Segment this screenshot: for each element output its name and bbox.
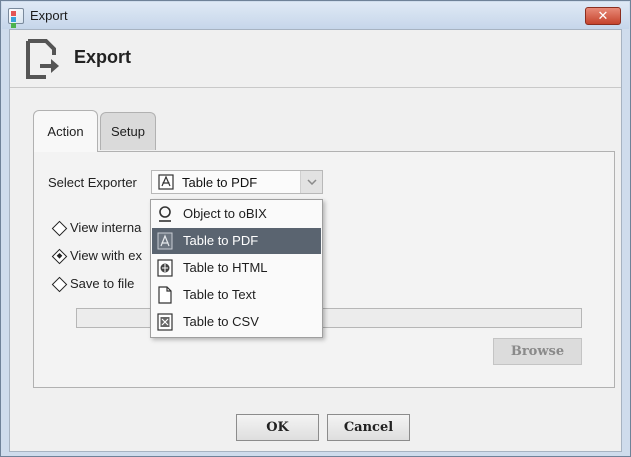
text-document-icon bbox=[156, 286, 174, 304]
dropdown-item-object-to-obix[interactable]: Object to oBIX bbox=[152, 201, 321, 227]
chevron-down-icon[interactable] bbox=[300, 171, 322, 193]
dialog-header: Export bbox=[10, 30, 621, 88]
tab-action[interactable]: Action bbox=[33, 110, 98, 152]
dialog-body: Export Action Setup Select Exporter Tabl… bbox=[9, 29, 622, 452]
obix-object-icon bbox=[156, 205, 174, 223]
browse-button[interactable]: Browse bbox=[493, 338, 582, 365]
csv-icon bbox=[156, 313, 174, 331]
dropdown-item-table-to-csv[interactable]: Table to CSV bbox=[152, 309, 321, 335]
view-internally-label: View interna bbox=[70, 220, 142, 235]
tab-action-label: Action bbox=[47, 124, 84, 139]
dropdown-item-table-to-pdf[interactable]: Table to PDF bbox=[152, 228, 321, 254]
exporter-select[interactable]: Table to PDF bbox=[151, 170, 323, 194]
dropdown-item-label: Table to CSV bbox=[183, 314, 259, 329]
dropdown-item-label: Object to oBIX bbox=[183, 206, 267, 221]
title-bar[interactable]: Export ✕ bbox=[2, 2, 629, 34]
html-icon bbox=[156, 259, 174, 277]
selected-exporter: Table to PDF bbox=[182, 175, 258, 190]
dropdown-item-label: Table to Text bbox=[183, 287, 256, 302]
ok-button[interactable]: OK bbox=[236, 414, 319, 441]
pdf-icon bbox=[156, 232, 174, 250]
dropdown-item-label: Table to HTML bbox=[183, 260, 268, 275]
browse-button-label: Browse bbox=[510, 344, 565, 359]
tab-setup[interactable]: Setup bbox=[100, 112, 156, 150]
dropdown-item-table-to-text[interactable]: Table to Text bbox=[152, 282, 321, 308]
window-title: Export bbox=[30, 8, 68, 23]
dropdown-item-label: Table to PDF bbox=[183, 233, 259, 248]
export-dialog: Export ✕ Export Action Setup Select Expo… bbox=[0, 0, 631, 457]
tab-setup-label: Setup bbox=[111, 124, 145, 139]
ok-button-label: OK bbox=[266, 420, 289, 435]
export-document-icon bbox=[24, 39, 62, 82]
save-to-file-label: Save to file bbox=[70, 276, 135, 291]
close-icon: ✕ bbox=[597, 8, 609, 24]
select-exporter-label: Select Exporter bbox=[48, 175, 137, 190]
pdf-icon bbox=[158, 174, 174, 193]
dropdown-item-table-to-html[interactable]: Table to HTML bbox=[152, 255, 321, 281]
cancel-button[interactable]: Cancel bbox=[327, 414, 410, 441]
header-title: Export bbox=[74, 47, 132, 67]
app-icon bbox=[8, 8, 24, 34]
view-external-label: View with ex bbox=[70, 248, 143, 263]
exporter-dropdown-list: Object to oBIX Table to PDF Table to HTM… bbox=[150, 199, 323, 338]
close-button[interactable]: ✕ bbox=[585, 7, 621, 25]
cancel-button-label: Cancel bbox=[343, 420, 394, 435]
